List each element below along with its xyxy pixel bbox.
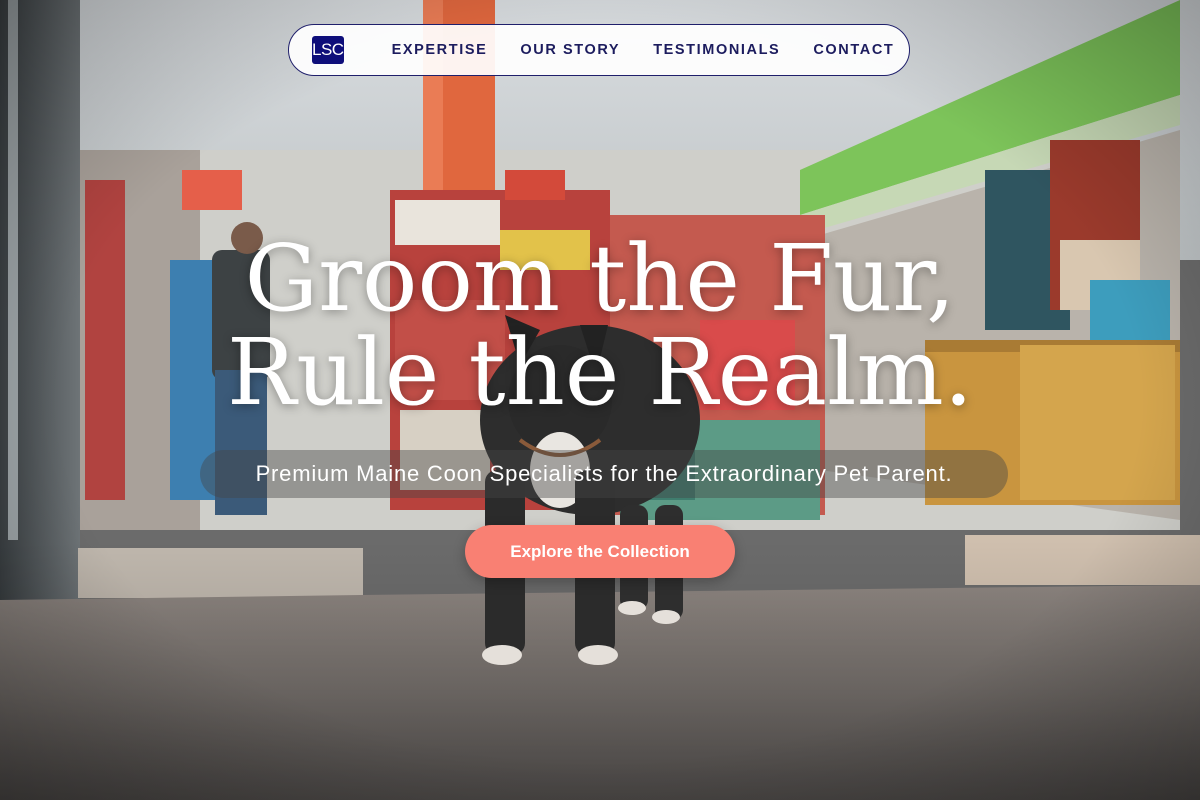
hero-subtitle-pill: Premium Maine Coon Specialists for the E… — [200, 450, 1008, 498]
top-navigation: LSC EXPERTISE OUR STORY TESTIMONIALS CON… — [288, 24, 910, 76]
hero-subtitle: Premium Maine Coon Specialists for the E… — [255, 461, 953, 486]
hero-section: LSC EXPERTISE OUR STORY TESTIMONIALS CON… — [0, 0, 1200, 800]
logo[interactable]: LSC — [312, 36, 344, 64]
nav-link-contact[interactable]: CONTACT — [813, 42, 894, 58]
hero-headline-line-1: Groom the Fur, — [244, 225, 956, 332]
explore-collection-button[interactable]: Explore the Collection — [465, 525, 735, 578]
nav-link-testimonials[interactable]: TESTIMONIALS — [653, 42, 780, 58]
hero-headline-line-2: Rule the Realm. — [226, 319, 974, 426]
nav-link-our-story[interactable]: OUR STORY — [520, 42, 620, 58]
hero-headline: Groom the Fur, Rule the Realm. — [0, 232, 1200, 420]
nav-link-expertise[interactable]: EXPERTISE — [392, 42, 488, 58]
